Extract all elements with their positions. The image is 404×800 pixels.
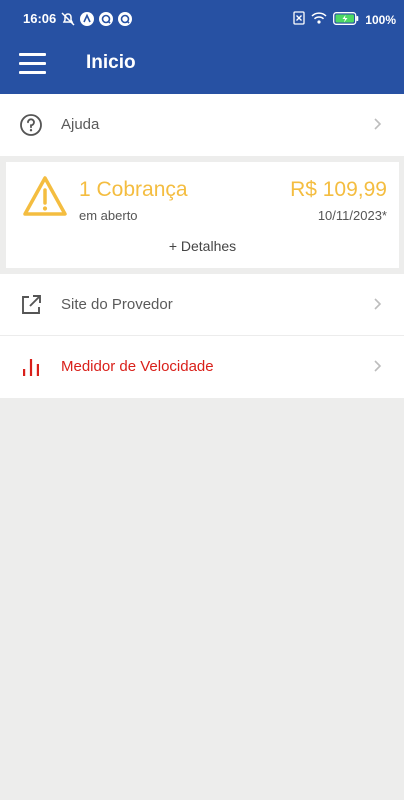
alarm-off-icon (60, 11, 76, 27)
app-header: 16:06 100% Inicio (0, 0, 404, 94)
chevron-right-icon (374, 118, 382, 130)
battery-percent: 100% (365, 12, 396, 27)
menu-item-help[interactable]: Ajuda (0, 94, 404, 156)
menu-item-label: Ajuda (61, 116, 100, 133)
toolbar: Inicio (0, 36, 404, 94)
external-link-icon (22, 295, 41, 314)
sync-icon (117, 11, 133, 27)
hamburger-line (19, 71, 46, 74)
sim-x-icon (293, 11, 305, 28)
billing-amount: R$ 109,99 (290, 178, 387, 201)
wifi-icon (311, 12, 327, 27)
help-circle-icon (20, 114, 42, 136)
status-bar: 16:06 100% (0, 0, 404, 36)
billing-count: 1 Cobrança (79, 178, 188, 201)
status-left-icons (60, 11, 133, 27)
status-right-icons: 100% (293, 11, 396, 28)
hamburger-menu-button[interactable] (17, 50, 49, 76)
battery-charging-icon (333, 11, 359, 28)
status-time: 16:06 (23, 11, 57, 26)
menu-item-provider-site[interactable]: Site do Provedor (0, 274, 404, 336)
page-title: Inicio (86, 52, 136, 73)
hamburger-line (19, 53, 46, 56)
details-link[interactable]: + Detalhes (6, 238, 399, 254)
chevron-right-icon (374, 360, 382, 372)
billing-status: em aberto (79, 208, 138, 223)
billing-due-date: 10/11/2023* (317, 208, 387, 223)
chevron-right-icon (374, 298, 382, 310)
vpn-a-icon (79, 11, 95, 27)
menu-item-speed-meter[interactable]: Medidor de Velocidade (0, 336, 404, 398)
menu-item-label: Medidor de Velocidade (61, 358, 214, 375)
warning-icon (23, 176, 67, 216)
menu-item-label: Site do Provedor (61, 296, 173, 313)
billing-card: 1 Cobrança em aberto R$ 109,99 10/11/202… (6, 162, 399, 268)
hamburger-line (19, 62, 46, 65)
bar-chart-icon (23, 359, 39, 376)
sync-icon (98, 11, 114, 27)
